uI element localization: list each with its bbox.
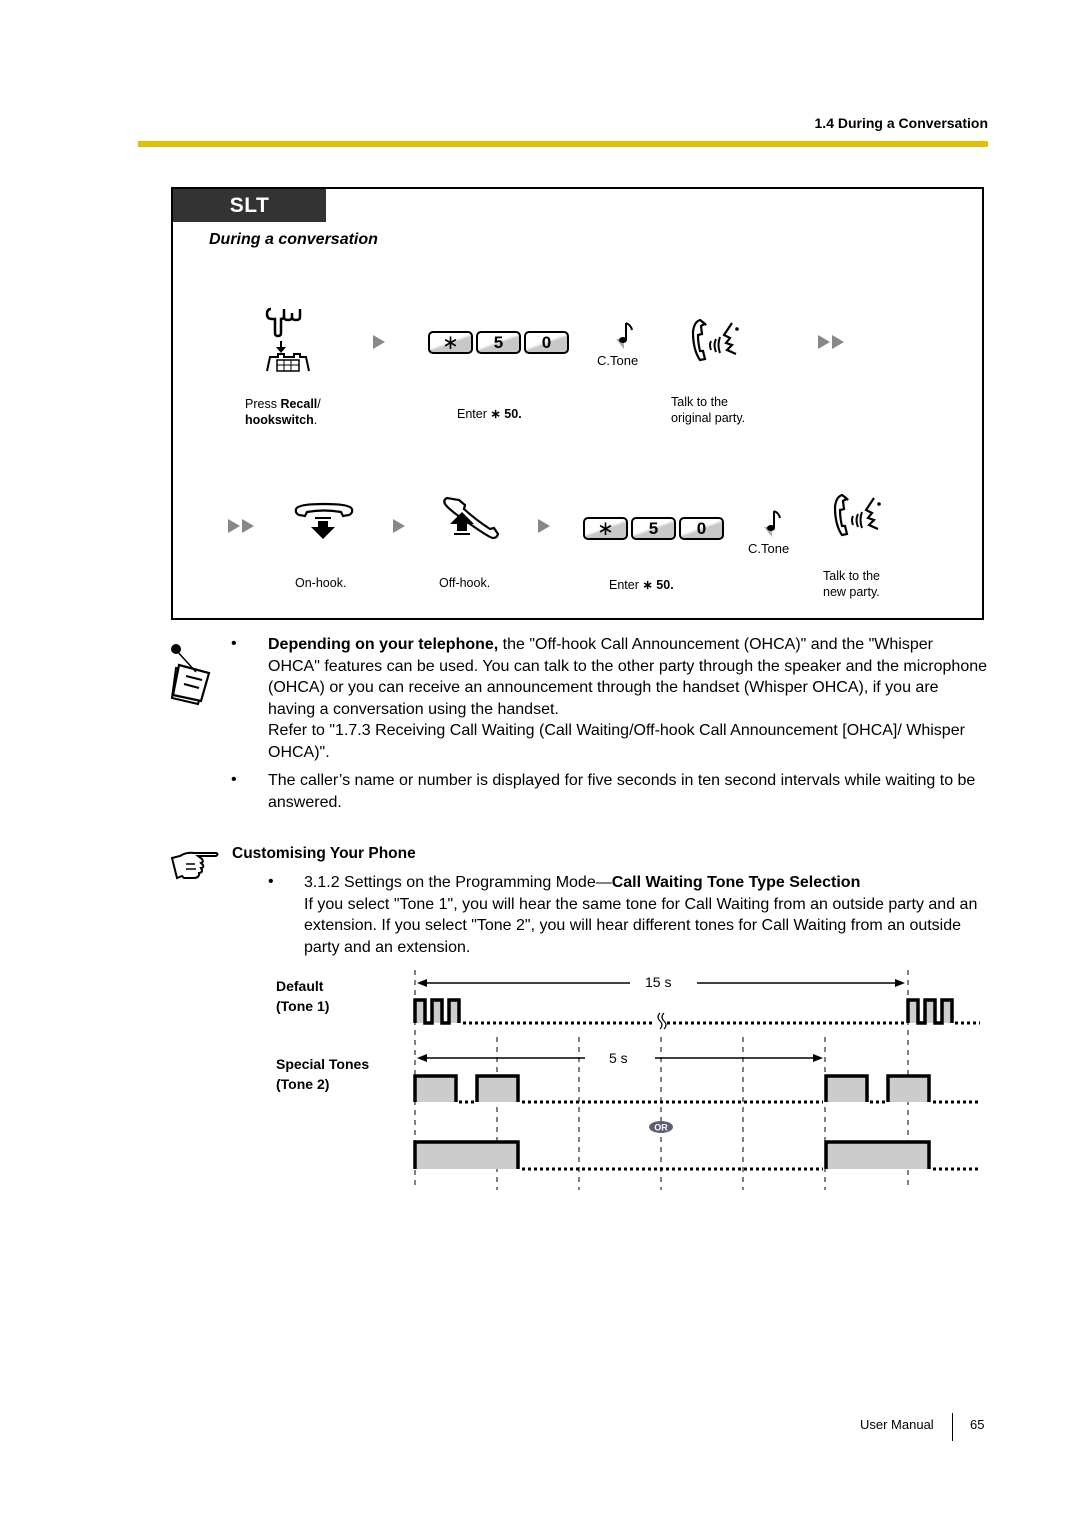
label-bold: ∗ 50.	[642, 578, 674, 592]
label-text: Enter	[609, 578, 643, 592]
slt-procedure-box: SLT During a conversation ∗ 5 0 C.Tone P…	[171, 187, 984, 620]
note-pad-icon	[170, 644, 211, 706]
or-badge: OR	[649, 1121, 673, 1133]
next-step-arrow	[373, 335, 385, 349]
tone2a-pulse	[475, 1074, 520, 1102]
tone2b-pulse	[413, 1140, 520, 1169]
tone1-waveform	[413, 998, 980, 1030]
label-text: Press	[245, 397, 281, 411]
note-reference: Refer to "1.7.3 Receiving Call Waiting (…	[268, 722, 965, 761]
next-step-arrow	[393, 519, 405, 533]
label-line: Special Tones	[276, 1056, 370, 1072]
label-line: (Tone 1)	[276, 998, 330, 1014]
tone2a-pulse	[824, 1074, 869, 1102]
bullet: •	[231, 635, 237, 652]
tone2-label: Special Tones (Tone 2)	[276, 1054, 369, 1094]
tone1-label: Default (Tone 1)	[276, 976, 329, 1016]
customising-item: 3.1.2 Settings on the Programming Mode—C…	[304, 872, 984, 958]
customising-title: Customising Your Phone	[232, 845, 416, 862]
interval-15s-label: 15 s	[645, 974, 671, 990]
customising-feature-link[interactable]: Call Waiting Tone Type Selection	[612, 874, 861, 891]
key-star: ∗	[428, 331, 473, 354]
bullet: •	[268, 873, 274, 890]
keypad-sequence: ∗ 5 0	[583, 517, 724, 540]
confirmation-tone-icon	[616, 322, 633, 349]
keypad-sequence: ∗ 5 0	[428, 331, 569, 354]
footer-label: User Manual	[860, 1417, 934, 1432]
talk-icon	[691, 318, 739, 362]
interval-5s-label: 5 s	[609, 1050, 628, 1066]
customising-reference-text: 3.1.2 Settings on the Programming Mode—	[304, 874, 612, 891]
step-talk-original-label: Talk to the original party.	[671, 394, 745, 426]
confirmation-tone-icon	[764, 510, 781, 537]
label-line: new party.	[823, 585, 880, 599]
label-line: (Tone 2)	[276, 1076, 330, 1092]
footer-separator	[952, 1413, 953, 1441]
tone2a-pulse	[886, 1074, 931, 1102]
key-5: 5	[476, 331, 521, 354]
step-enter-code-label: Enter ∗ 50.	[457, 406, 522, 422]
key-star: ∗	[583, 517, 628, 540]
pointing-hand-icon	[170, 851, 219, 880]
label-text: .	[313, 413, 318, 427]
label-bold: hookswitch	[245, 413, 314, 427]
step-press-recall-label: Press Recall/ hookswitch.	[245, 396, 321, 428]
label-line: Default	[276, 978, 324, 994]
continue-arrow	[228, 519, 254, 533]
bullet: •	[231, 771, 237, 788]
step-on-hook-label: On-hook.	[295, 576, 347, 590]
key-0: 0	[524, 331, 569, 354]
header-rule	[138, 141, 988, 147]
procedure-subtitle: During a conversation	[209, 231, 378, 248]
ctone-label: C.Tone	[597, 353, 639, 368]
label-line: original party.	[671, 411, 746, 425]
tone1-burst-repeat	[906, 998, 954, 1025]
ctone-label: C.Tone	[748, 541, 790, 556]
note-item-ohca: Depending on your telephone, the "Off-ho…	[268, 634, 988, 764]
label-bold: Recall	[280, 397, 318, 411]
tone1-burst-start	[413, 998, 461, 1025]
section-header: 1.4 During a Conversation	[814, 115, 988, 131]
label-text: Enter	[457, 407, 491, 421]
or-label: OR	[654, 1123, 668, 1133]
next-section-arrow	[818, 335, 844, 349]
label-line: Talk to the	[823, 569, 880, 583]
time-break-icon	[657, 1012, 667, 1030]
step-off-hook-label: Off-hook.	[439, 576, 491, 590]
key-5: 5	[631, 517, 676, 540]
tone2b-pulse	[824, 1140, 931, 1169]
recall-hookswitch-icon	[265, 307, 310, 372]
tone-timing-diagram: 15 s 5 s OR	[413, 970, 980, 1190]
next-step-arrow	[538, 519, 550, 533]
tone2-waveform-a	[413, 1074, 980, 1104]
step-enter-code-label: Enter ∗ 50.	[609, 577, 674, 593]
label-text: /	[317, 397, 321, 411]
note-bold: Depending on your telephone,	[268, 636, 499, 653]
page-number: 65	[970, 1417, 985, 1432]
step-talk-new-label: Talk to the new party.	[823, 568, 880, 600]
note-item-caller-display: The caller’s name or number is displayed…	[268, 772, 976, 811]
tone2-waveform-b	[413, 1140, 980, 1171]
key-0: 0	[679, 517, 724, 540]
label-line: Talk to the	[671, 395, 728, 409]
on-hook-icon	[294, 502, 354, 539]
tone2a-pulse	[413, 1074, 458, 1102]
label-bold: ∗ 50.	[490, 407, 522, 421]
slt-tab: SLT	[173, 189, 326, 222]
off-hook-icon	[443, 496, 499, 540]
talk-icon	[833, 493, 881, 537]
customising-description: If you select "Tone 1", you will hear th…	[304, 895, 978, 956]
